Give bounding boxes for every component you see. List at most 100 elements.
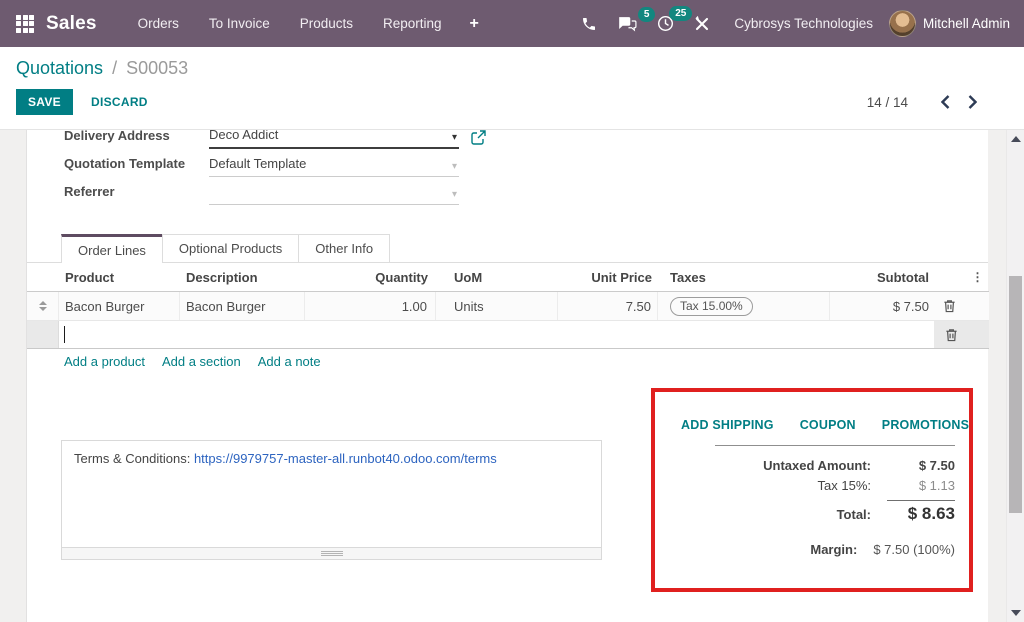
plus-menu-icon[interactable]: + — [457, 15, 492, 33]
delivery-address-label: Delivery Address — [64, 130, 209, 149]
untaxed-amount-row: Untaxed Amount: $ 7.50 — [669, 455, 955, 475]
optional-columns-icon[interactable]: ⋮ — [966, 270, 989, 284]
column-header-uom[interactable]: UoM — [436, 270, 558, 285]
quotation-template-label: Quotation Template — [64, 156, 209, 177]
terms-textarea[interactable]: Terms & Conditions: https://9979757-mast… — [61, 440, 602, 548]
cell-taxes[interactable]: Tax 15.00% — [658, 292, 830, 320]
referrer-input[interactable]: ▾ — [209, 184, 459, 205]
form-sheet: Delivery Address Deco Addict ▾ Quotation… — [26, 130, 988, 622]
add-a-section-link[interactable]: Add a section — [162, 354, 241, 369]
terms-resize-handle[interactable] — [61, 548, 602, 560]
table-header-row: Product Description Quantity UoM Unit Pr… — [27, 263, 989, 292]
tax-label: Tax 15%: — [818, 478, 871, 493]
internal-link-icon[interactable] — [471, 130, 486, 149]
field-row-delivery-address: Delivery Address Deco Addict ▾ — [64, 130, 486, 149]
nav-item-products[interactable]: Products — [285, 0, 368, 47]
chevron-down-icon[interactable]: ▾ — [452, 189, 459, 200]
scroll-down-arrow-icon[interactable] — [1011, 610, 1021, 616]
delete-row-icon[interactable] — [941, 297, 958, 315]
user-menu[interactable]: Mitchell Admin — [923, 16, 1010, 31]
delete-row-icon[interactable] — [943, 326, 960, 344]
table-footer-links: Add a product Add a section Add a note — [64, 354, 321, 369]
field-row-referrer: Referrer ▾ — [64, 177, 486, 205]
drag-handle-icon[interactable] — [38, 301, 47, 311]
app-name[interactable]: Sales — [46, 13, 97, 35]
quotation-template-input[interactable]: Default Template ▾ — [209, 156, 459, 177]
nav-item-to-invoice[interactable]: To Invoice — [194, 0, 285, 47]
vertical-scrollbar[interactable] — [1006, 130, 1024, 622]
tax-badge[interactable]: Tax 15.00% — [670, 297, 753, 316]
chevron-down-icon[interactable]: ▾ — [452, 161, 459, 172]
total-row: Total: $ 8.63 — [669, 495, 955, 526]
breadcrumb-current: S00053 — [126, 58, 188, 78]
tools-icon[interactable] — [684, 16, 720, 32]
nav-item-orders[interactable]: Orders — [123, 0, 194, 47]
notebook-tabs: Order Lines Optional Products Other Info — [27, 233, 988, 263]
cell-product[interactable]: Bacon Burger — [59, 292, 180, 320]
company-switcher[interactable]: Cybrosys Technologies — [734, 16, 873, 31]
delivery-address-value: Deco Addict — [209, 130, 452, 143]
messages-icon[interactable]: 5 — [607, 16, 647, 32]
cell-uom[interactable]: Units — [436, 292, 558, 320]
referrer-label: Referrer — [64, 184, 209, 205]
scrollbar-thumb[interactable] — [1009, 276, 1022, 513]
margin-label: Margin: — [810, 542, 857, 557]
tab-optional-products[interactable]: Optional Products — [162, 234, 299, 263]
new-product-input[interactable] — [59, 321, 934, 348]
table-row[interactable]: Bacon Burger Bacon Burger 1.00 Units 7.5… — [27, 292, 989, 321]
add-a-product-link[interactable]: Add a product — [64, 354, 145, 369]
column-header-taxes[interactable]: Taxes — [658, 270, 830, 285]
nav-item-reporting[interactable]: Reporting — [368, 0, 457, 47]
edit-row-handle-cell — [27, 321, 59, 348]
total-label: Total: — [837, 507, 871, 522]
control-panel: Quotations / S00053 SAVE DISCARD 14 / 14 — [0, 47, 1024, 130]
actions-row: SAVE DISCARD 14 / 14 — [16, 89, 1008, 115]
tax-value: $ 1.13 — [887, 478, 955, 493]
coupon-button[interactable]: COUPON — [800, 418, 856, 432]
breadcrumb: Quotations / S00053 — [16, 58, 1008, 79]
totals-separator — [715, 445, 955, 446]
untaxed-amount-label: Untaxed Amount: — [763, 458, 871, 473]
tab-order-lines[interactable]: Order Lines — [61, 234, 163, 263]
breadcrumb-quotations-link[interactable]: Quotations — [16, 58, 103, 78]
add-a-note-link[interactable]: Add a note — [258, 354, 321, 369]
terms-label: Terms & Conditions: — [74, 451, 190, 466]
pager-next-icon[interactable] — [959, 95, 986, 109]
pager-previous-icon[interactable] — [932, 95, 959, 109]
quotation-template-value: Default Template — [209, 156, 452, 172]
total-value: $ 8.63 — [887, 500, 955, 524]
totals-buttons-row: ADD SHIPPING COUPON PROMOTIONS — [669, 418, 955, 432]
apps-menu-icon[interactable] — [16, 15, 34, 33]
cell-description[interactable]: Bacon Burger — [180, 292, 305, 320]
column-header-quantity[interactable]: Quantity — [305, 270, 436, 285]
add-shipping-button[interactable]: ADD SHIPPING — [681, 418, 774, 432]
user-avatar[interactable] — [889, 10, 916, 37]
cell-unit-price[interactable]: 7.50 — [558, 292, 658, 320]
chevron-down-icon[interactable]: ▾ — [452, 132, 459, 143]
margin-value: $ 7.50 (100%) — [873, 542, 955, 557]
breadcrumb-separator: / — [112, 58, 117, 78]
scroll-up-arrow-icon[interactable] — [1011, 136, 1021, 142]
fields-group: Delivery Address Deco Addict ▾ Quotation… — [64, 130, 486, 205]
resize-grip-icon — [321, 551, 343, 556]
column-header-description[interactable]: Description — [180, 270, 305, 285]
row-handle-cell — [27, 292, 59, 320]
save-button[interactable]: SAVE — [16, 89, 73, 115]
totals-panel-highlight: ADD SHIPPING COUPON PROMOTIONS Untaxed A… — [651, 388, 973, 592]
edit-row-actions-cell — [934, 321, 989, 348]
column-header-product[interactable]: Product — [59, 270, 180, 285]
activities-clock-icon[interactable]: 25 — [647, 15, 684, 32]
discard-button[interactable]: DISCARD — [91, 95, 148, 109]
phone-icon[interactable] — [571, 16, 607, 32]
referrer-value — [209, 184, 452, 200]
pager: 14 / 14 — [867, 95, 1008, 110]
terms-url-link[interactable]: https://9979757-master-all.runbot40.odoo… — [194, 451, 497, 466]
order-lines-table: Product Description Quantity UoM Unit Pr… — [27, 263, 989, 349]
form-view-scroll-area: Delivery Address Deco Addict ▾ Quotation… — [0, 130, 1024, 622]
tab-other-info[interactable]: Other Info — [298, 234, 390, 263]
column-header-unit-price[interactable]: Unit Price — [558, 270, 658, 285]
cell-quantity[interactable]: 1.00 — [305, 292, 436, 320]
promotions-button[interactable]: PROMOTIONS — [882, 418, 969, 432]
delivery-address-input[interactable]: Deco Addict ▾ — [209, 130, 459, 149]
column-header-subtotal[interactable]: Subtotal — [830, 270, 933, 285]
